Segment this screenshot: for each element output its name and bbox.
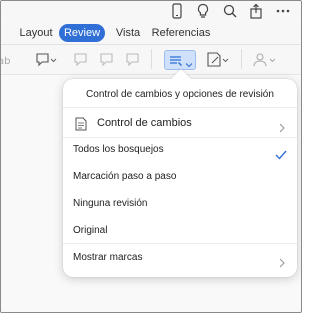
app-window: Layout Review Vista Referencias ab xyxy=(0,0,302,313)
previous-comment-icon[interactable] xyxy=(74,51,88,69)
more-icon[interactable] xyxy=(275,3,291,19)
ribbon-tabs: Layout Review Vista Referencias xyxy=(1,22,301,45)
tab-referencias[interactable]: Referencias xyxy=(151,24,211,42)
track-changes-popover: Control de cambios y opciones de revisió… xyxy=(63,69,297,277)
svg-text:ab: ab xyxy=(0,56,10,67)
tab-layout[interactable]: Layout xyxy=(15,24,57,42)
popover-title: Control de cambios y opciones de revisió… xyxy=(86,89,274,100)
spelling-icon[interactable]: ab xyxy=(0,51,12,69)
search-icon[interactable] xyxy=(222,3,238,19)
markup-option-simple[interactable]: Marcación paso a paso xyxy=(63,164,297,190)
lightbulb-icon[interactable] xyxy=(195,3,211,19)
tab-review[interactable]: Review xyxy=(59,24,105,42)
markup-option-all[interactable]: Todos los bosquejos xyxy=(63,137,297,163)
review-toolbar: ab xyxy=(1,45,301,75)
track-changes-row[interactable]: Control de cambios xyxy=(63,110,297,136)
review-pane-icon[interactable] xyxy=(206,51,232,69)
toolbar-separator xyxy=(151,49,159,69)
markup-option-label: Marcación paso a paso xyxy=(73,171,177,182)
markup-option-label: Original xyxy=(73,225,108,236)
toolbar-separator xyxy=(241,49,249,69)
title-bar xyxy=(1,1,301,21)
chevron-down-icon xyxy=(185,56,193,74)
show-markup-label: Mostrar marcas xyxy=(73,252,143,263)
markup-option-label: Ninguna revisión xyxy=(73,198,148,209)
divider xyxy=(63,243,297,244)
new-comment-icon[interactable] xyxy=(35,51,59,69)
markup-option-original[interactable]: Original xyxy=(63,218,297,244)
track-changes-label: Control de cambios xyxy=(97,117,192,129)
tab-vista[interactable]: Vista xyxy=(111,24,145,42)
next-comment-icon[interactable] xyxy=(100,51,114,69)
show-markup-row[interactable]: Mostrar marcas xyxy=(63,245,297,271)
markup-option-none[interactable]: Ninguna revisión xyxy=(63,191,297,217)
track-changes-button[interactable] xyxy=(164,50,196,70)
share-icon[interactable] xyxy=(248,3,264,19)
phone-icon[interactable] xyxy=(169,3,185,19)
share-user-icon[interactable] xyxy=(253,51,279,69)
markup-option-label: Todos los bosquejos xyxy=(73,144,164,155)
chevron-right-icon xyxy=(279,253,285,279)
delete-comment-icon[interactable] xyxy=(126,51,140,69)
divider xyxy=(63,107,297,108)
